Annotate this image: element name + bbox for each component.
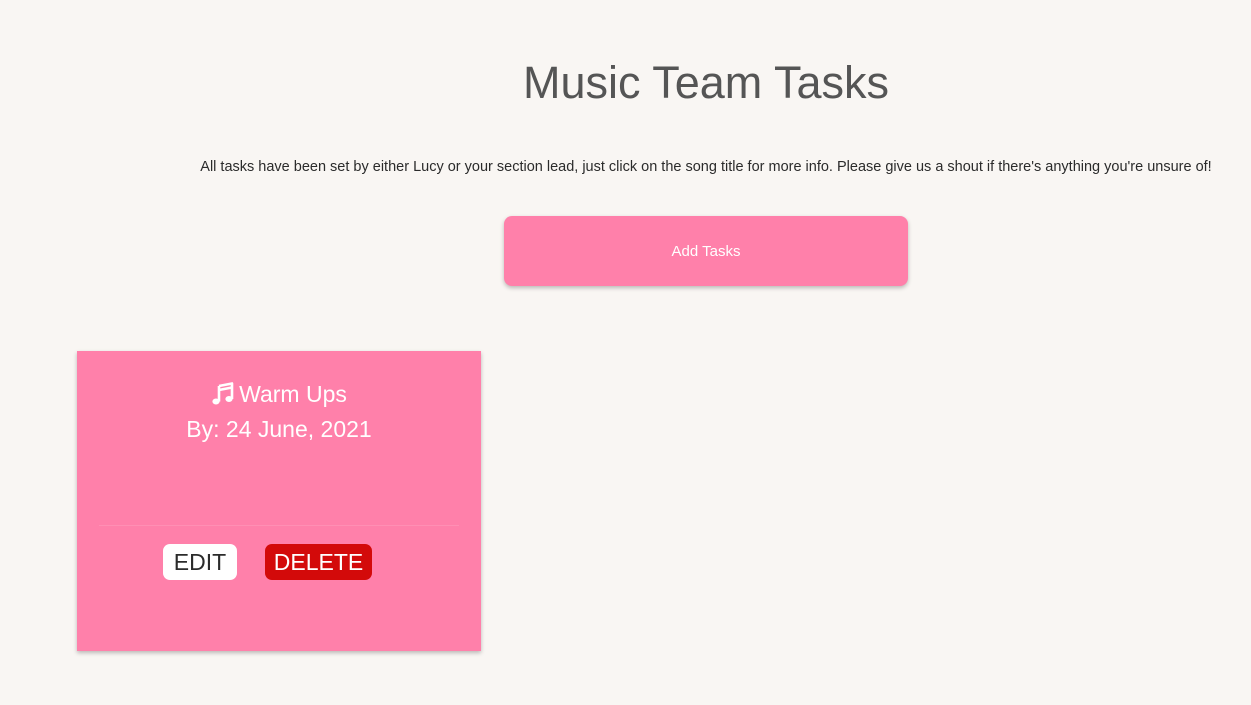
task-title-link[interactable]: Warm Ups xyxy=(77,379,481,409)
card-divider xyxy=(99,525,459,526)
edit-button[interactable]: EDIT xyxy=(163,544,237,580)
add-tasks-button[interactable]: Add Tasks xyxy=(504,216,908,286)
music-note-icon xyxy=(211,382,235,406)
task-card: Warm Ups By: 24 June, 2021 EDIT DELETE xyxy=(77,351,481,651)
delete-button[interactable]: DELETE xyxy=(265,544,372,580)
page-intro-text: All tasks have been set by either Lucy o… xyxy=(200,159,1212,175)
page-title: Music Team Tasks xyxy=(523,57,889,108)
task-title: Warm Ups xyxy=(239,381,347,407)
task-due-date: By: 24 June, 2021 xyxy=(186,416,372,442)
